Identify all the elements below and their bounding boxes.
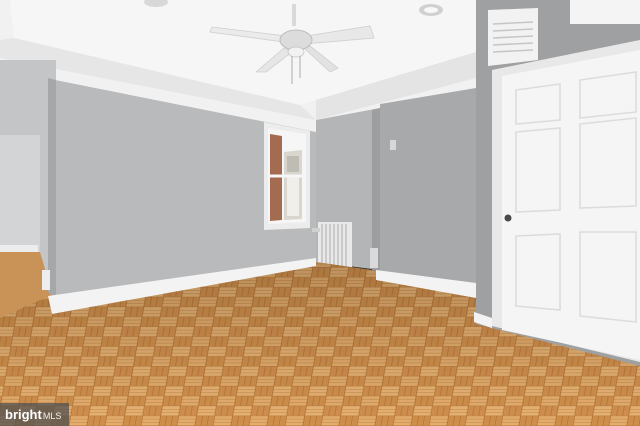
watermark-brand: bright [5, 407, 42, 422]
room-photo: brightMLS [0, 0, 640, 426]
closet-door [492, 40, 640, 362]
window [264, 122, 310, 230]
watermark-suffix: MLS [42, 411, 62, 421]
watermark-logo: brightMLS [0, 403, 69, 426]
